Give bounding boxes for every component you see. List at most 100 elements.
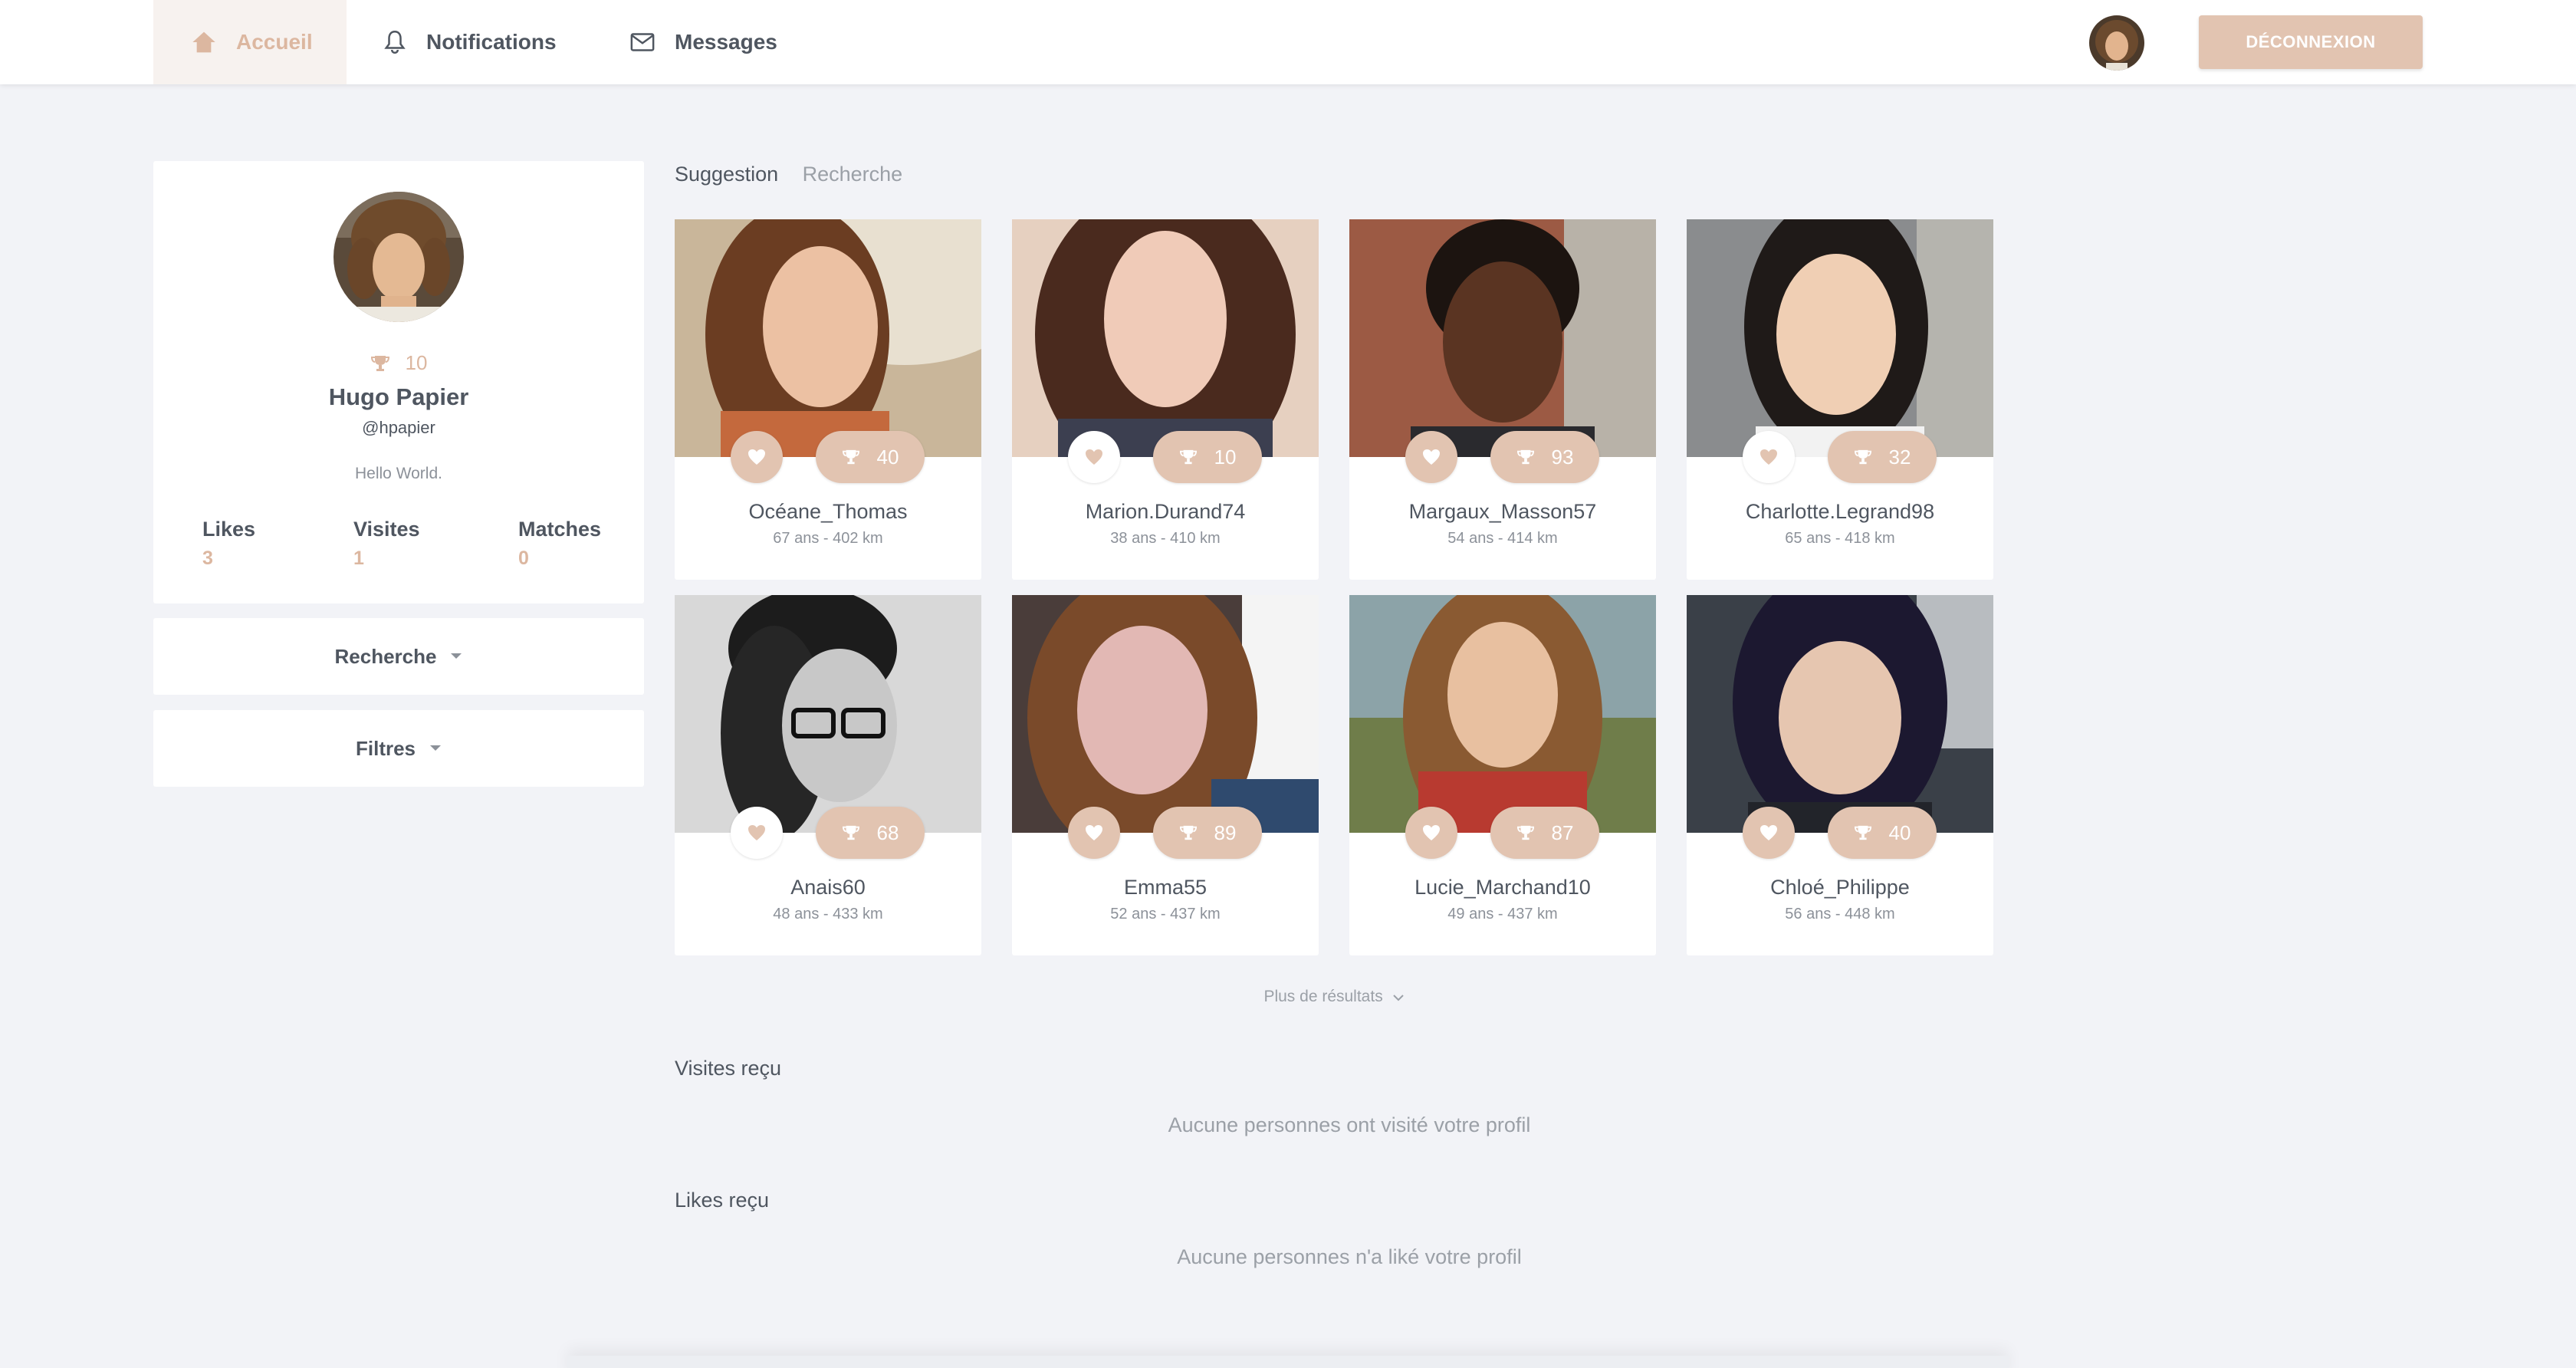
score-pill: 10 — [1153, 431, 1262, 483]
profile-handle: @hpapier — [362, 418, 435, 437]
profile-card-4[interactable]: 68 Anais60 48 ans - 433 km — [675, 595, 981, 955]
score-pill: 40 — [1828, 807, 1937, 859]
score-value: 10 — [1214, 445, 1237, 469]
envelope-icon — [630, 33, 655, 51]
stat-visites: Visites 1 — [353, 518, 420, 570]
stat-matches-label: Matches — [518, 518, 602, 541]
profile-card-6[interactable]: 87 Lucie_Marchand10 49 ans - 437 km — [1349, 595, 1656, 955]
like-button[interactable] — [1068, 807, 1120, 859]
tab-recherche[interactable]: Recherche — [803, 163, 903, 186]
score-value: 40 — [1888, 820, 1911, 844]
card-meta: 67 ans - 402 km — [773, 530, 883, 547]
stat-likes-label: Likes — [202, 518, 256, 541]
like-button[interactable] — [1405, 807, 1457, 859]
card-username[interactable]: Charlotte.Legrand98 — [1687, 500, 1993, 524]
nav-label-accueil: Accueil — [236, 30, 313, 54]
card-meta: 38 ans - 410 km — [1110, 530, 1221, 547]
card-username[interactable]: Chloé_Philippe — [1687, 876, 1993, 899]
score-value: 89 — [1214, 820, 1237, 844]
nav-item-notifications[interactable]: Notifications — [383, 0, 557, 84]
heart-icon — [1760, 449, 1777, 465]
heart-icon — [1423, 825, 1440, 840]
chevron-down-icon — [1392, 995, 1404, 1001]
profile-photo[interactable] — [1349, 595, 1656, 833]
card-username[interactable]: Margaux_Masson57 — [1349, 500, 1656, 524]
stat-matches-value: 0 — [518, 548, 529, 569]
score-pill: 40 — [816, 431, 925, 483]
score-value: 32 — [1888, 445, 1911, 469]
profile-score: 10 — [153, 351, 644, 375]
profile-photo[interactable] — [675, 219, 981, 457]
caret-down-icon — [451, 653, 462, 659]
profile-card-3[interactable]: 32 Charlotte.Legrand98 65 ans - 418 km — [1687, 219, 1993, 580]
home-icon — [192, 31, 215, 53]
top-navbar: Accueil Notifications Messages DÉCONNEXI… — [0, 0, 2576, 84]
heart-icon — [1760, 825, 1777, 840]
bell-icon — [384, 30, 406, 54]
visits-section-title: Visites reçu — [675, 1057, 782, 1080]
like-button[interactable] — [1068, 431, 1120, 483]
score-pill: 87 — [1490, 807, 1599, 859]
like-button[interactable] — [1743, 807, 1795, 859]
profile-photo[interactable] — [1012, 595, 1319, 833]
profile-photo[interactable] — [1687, 595, 1993, 833]
nav-item-messages[interactable]: Messages — [630, 0, 777, 84]
user-avatar[interactable] — [2089, 15, 2144, 71]
trophy-icon — [842, 825, 859, 840]
score-pill: 89 — [1153, 807, 1262, 859]
logout-button[interactable]: DÉCONNEXION — [2199, 15, 2423, 69]
heart-icon — [748, 449, 765, 465]
card-username[interactable]: Emma55 — [1012, 876, 1319, 899]
card-username[interactable]: Anais60 — [675, 876, 981, 899]
filters-panel-toggle[interactable]: Filtres — [153, 710, 644, 787]
heart-icon — [1423, 449, 1440, 465]
card-meta: 56 ans - 448 km — [1785, 906, 1895, 922]
heart-icon — [1086, 449, 1102, 465]
profile-card-1[interactable]: 10 Marion.Durand74 38 ans - 410 km — [1012, 219, 1319, 580]
profile-card-2[interactable]: 93 Margaux_Masson57 54 ans - 414 km — [1349, 219, 1656, 580]
card-meta: 65 ans - 418 km — [1785, 530, 1895, 547]
profile-photo[interactable] — [1687, 219, 1993, 457]
heart-icon — [1086, 825, 1102, 840]
trophy-icon — [1516, 449, 1534, 465]
profile-bio: Hello World. — [355, 465, 442, 482]
tab-suggestion[interactable]: Suggestion — [675, 163, 778, 186]
search-panel-label: Recherche — [334, 644, 437, 668]
nav-label-notifications: Notifications — [426, 30, 557, 54]
profile-photo[interactable] — [1349, 219, 1656, 457]
like-button[interactable] — [1743, 431, 1795, 483]
card-meta: 48 ans - 433 km — [773, 906, 883, 922]
card-username[interactable]: Marion.Durand74 — [1012, 500, 1319, 524]
trophy-icon — [1516, 825, 1534, 840]
profile-photo[interactable] — [675, 595, 981, 833]
stat-visites-label: Visites — [353, 518, 420, 541]
heart-icon — [748, 825, 765, 840]
visits-empty-message: Aucune personnes ont visité votre profil — [1168, 1113, 1531, 1136]
stat-visites-value: 1 — [353, 548, 364, 569]
profile-card-7[interactable]: 40 Chloé_Philippe 56 ans - 448 km — [1687, 595, 1993, 955]
stat-likes-value: 3 — [202, 548, 213, 569]
profile-card-5[interactable]: 89 Emma55 52 ans - 437 km — [1012, 595, 1319, 955]
nav-item-accueil[interactable]: Accueil — [153, 0, 347, 84]
trophy-icon — [1854, 449, 1871, 465]
profile-name: Hugo Papier — [328, 383, 469, 410]
profile-card-0[interactable]: 40 Océane_Thomas 67 ans - 402 km — [675, 219, 981, 580]
search-panel-toggle[interactable]: Recherche — [153, 618, 644, 695]
nav-label-messages: Messages — [675, 30, 777, 54]
like-button[interactable] — [1405, 431, 1457, 483]
like-button[interactable] — [731, 807, 783, 859]
trophy-icon — [1854, 825, 1871, 840]
filters-panel-label: Filtres — [355, 736, 416, 760]
card-meta: 52 ans - 437 km — [1110, 906, 1221, 922]
trophy-icon — [842, 449, 859, 465]
result-tabs: Suggestion Recherche — [675, 163, 921, 186]
like-button[interactable] — [731, 431, 783, 483]
more-results-link[interactable]: Plus de résultats — [1181, 988, 1487, 1006]
bottom-panel-edge — [567, 1356, 2009, 1368]
trophy-icon — [1179, 825, 1197, 840]
card-username[interactable]: Océane_Thomas — [675, 500, 981, 524]
profile-card: 10 Hugo Papier @hpapier Hello World. Lik… — [153, 161, 644, 603]
likes-section-title: Likes reçu — [675, 1189, 770, 1212]
profile-photo[interactable] — [1012, 219, 1319, 457]
card-username[interactable]: Lucie_Marchand10 — [1349, 876, 1656, 899]
